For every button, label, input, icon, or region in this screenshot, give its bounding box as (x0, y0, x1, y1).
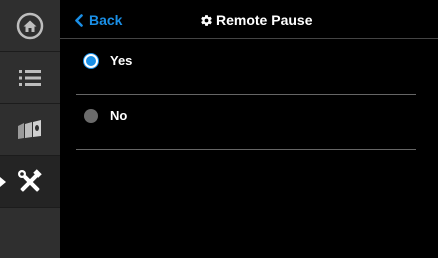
sidebar-item-filament[interactable] (0, 104, 60, 156)
back-label: Back (89, 12, 123, 28)
back-button[interactable]: Back (74, 12, 122, 28)
filament-spools-icon (18, 119, 41, 139)
radio-unselected-icon[interactable] (84, 109, 98, 123)
sidebar-item-list[interactable] (0, 52, 60, 104)
header: Back Remote Pause (60, 0, 438, 39)
page-title: Remote Pause (200, 12, 312, 28)
home-icon (16, 12, 44, 39)
gear-icon (201, 14, 212, 26)
option-no-label: No (110, 108, 128, 123)
sidebar-item-home[interactable] (0, 0, 60, 52)
radio-selected-icon[interactable] (84, 54, 98, 68)
tools-icon (18, 168, 42, 191)
title-text: Remote Pause (216, 12, 313, 28)
option-yes[interactable]: Yes (76, 40, 416, 95)
sidebar (0, 0, 60, 258)
list-icon (19, 69, 41, 86)
sidebar-item-empty (0, 208, 60, 258)
option-no[interactable]: No (76, 95, 416, 150)
main-panel: Back Remote Pause Yes No (60, 0, 438, 258)
active-indicator-arrow (0, 177, 6, 187)
chevron-left-icon (75, 13, 83, 27)
option-yes-label: Yes (110, 53, 133, 68)
sidebar-item-tools[interactable] (0, 156, 60, 208)
